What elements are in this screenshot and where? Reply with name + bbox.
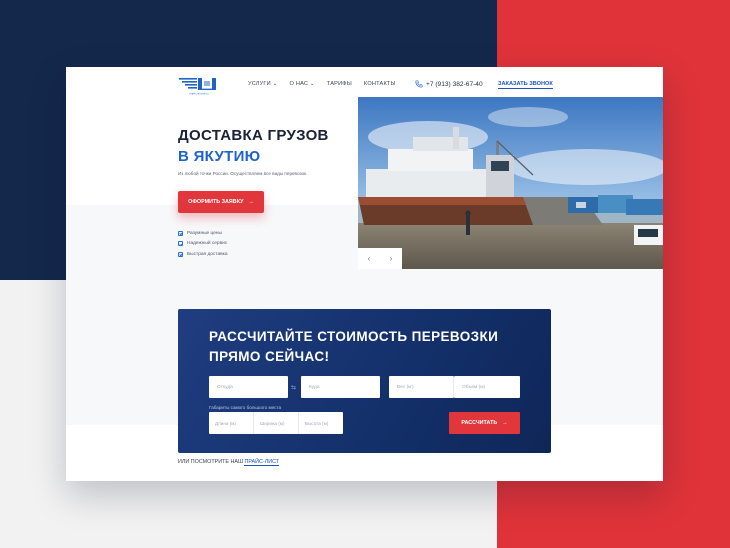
order-button-label: ОФОРМИТЬ ЗАЯВКУ [188,199,244,205]
order-button[interactable]: ОФОРМИТЬ ЗАЯВКУ → [178,191,264,213]
height-input[interactable]: Высота (м) [299,412,343,434]
calculate-button-label: РАССЧИТАТЬ [461,420,498,426]
checkbox-icon [178,230,183,236]
list-item: Надежный сервис [178,239,228,250]
slider-next-button[interactable]: › [390,254,393,263]
phone-number: +7 (913) 382-67-40 [426,80,483,88]
feature-label: Разумные цены [187,230,222,236]
hero-ship-image [358,97,663,269]
calculator-title-line2: ПРЯМО СЕЙЧАС! [209,349,330,364]
pricelist-line: ИЛИ ПОСМОТРИТЕ НАШ ПРАЙС-ЛИСТ [178,459,280,466]
length-input[interactable]: Длина (м) [209,412,254,434]
from-input[interactable]: Откуда [209,376,288,398]
list-item: Разумные цены [178,228,228,239]
phone-icon [415,80,423,88]
chevron-down-icon: ⌄ [272,81,278,87]
hero-title-line1: ДОСТАВКА ГРУЗОВ [178,127,329,144]
hero-title-line2: В ЯКУТИЮ [178,148,261,165]
chevron-down-icon: ⌄ [309,81,315,87]
calculate-button[interactable]: РАССЧИТАТЬ → [449,412,520,434]
callback-link[interactable]: ЗАКАЗАТЬ ЗВОНОК [498,81,553,89]
volume-input[interactable]: Объем (м) [454,376,520,398]
pricelist-prefix: ИЛИ ПОСМОТРИТЕ НАШ [178,459,245,465]
slider-prev-button[interactable]: ‹ [368,254,371,263]
weight-input[interactable]: Вес (кг) [389,376,454,398]
width-input[interactable]: Ширина (м) [254,412,299,434]
checkbox-icon [178,241,183,247]
logo-caption: ТРАНС-ЭКСПРЕСС [189,93,209,96]
arrow-right-icon: → [502,420,508,426]
checkbox-icon [178,251,183,257]
feature-label: Надежный сервис [187,241,228,247]
website-mockup: ТРАНС-ЭКСПРЕСС УСЛУГИ ⌄ О НАС ⌄ ТАРИФЫ К… [66,67,663,481]
slider-controls: ‹ › [358,248,402,269]
dims-label: Габариты самого большого места [209,405,282,410]
to-input[interactable]: Куда [301,376,380,398]
pricelist-link[interactable]: ПРАЙС-ЛИСТ [244,459,280,466]
hero-lead: Из любой точки России. Осуществляем все … [178,171,308,176]
phone-link[interactable]: +7 (913) 382-67-40 [415,80,483,88]
list-item: Быстрая доставка [178,249,228,260]
nav-item-label: УСЛУГИ [248,81,271,87]
calculator-title-line1: РАССЧИТАЙТЕ СТОИМОСТЬ ПЕРЕВОЗКИ [209,329,499,344]
main-nav: УСЛУГИ ⌄ О НАС ⌄ ТАРИФЫ КОНТАКТЫ [248,81,396,87]
feature-list: Разумные цены Надежный сервис Быстрая до… [178,228,228,260]
nav-item-services[interactable]: УСЛУГИ ⌄ [248,81,278,87]
nav-item-label: О НАС [289,81,309,87]
swap-icon[interactable]: ⇆ [291,384,296,391]
calculator-panel: РАССЧИТАЙТЕ СТОИМОСТЬ ПЕРЕВОЗКИ ПРЯМО СЕ… [178,309,551,453]
nav-item-tariffs[interactable]: ТАРИФЫ [327,81,352,87]
dims-field-group: Длина (м) Ширина (м) Высота (м) [209,412,343,434]
arrow-right-icon: → [248,199,254,205]
nav-item-about[interactable]: О НАС ⌄ [290,81,315,87]
logo[interactable]: ТРАНС-ЭКСПРЕСС [178,76,218,96]
feature-label: Быстрая доставка [187,251,228,257]
nav-item-contacts[interactable]: КОНТАКТЫ [364,81,396,87]
